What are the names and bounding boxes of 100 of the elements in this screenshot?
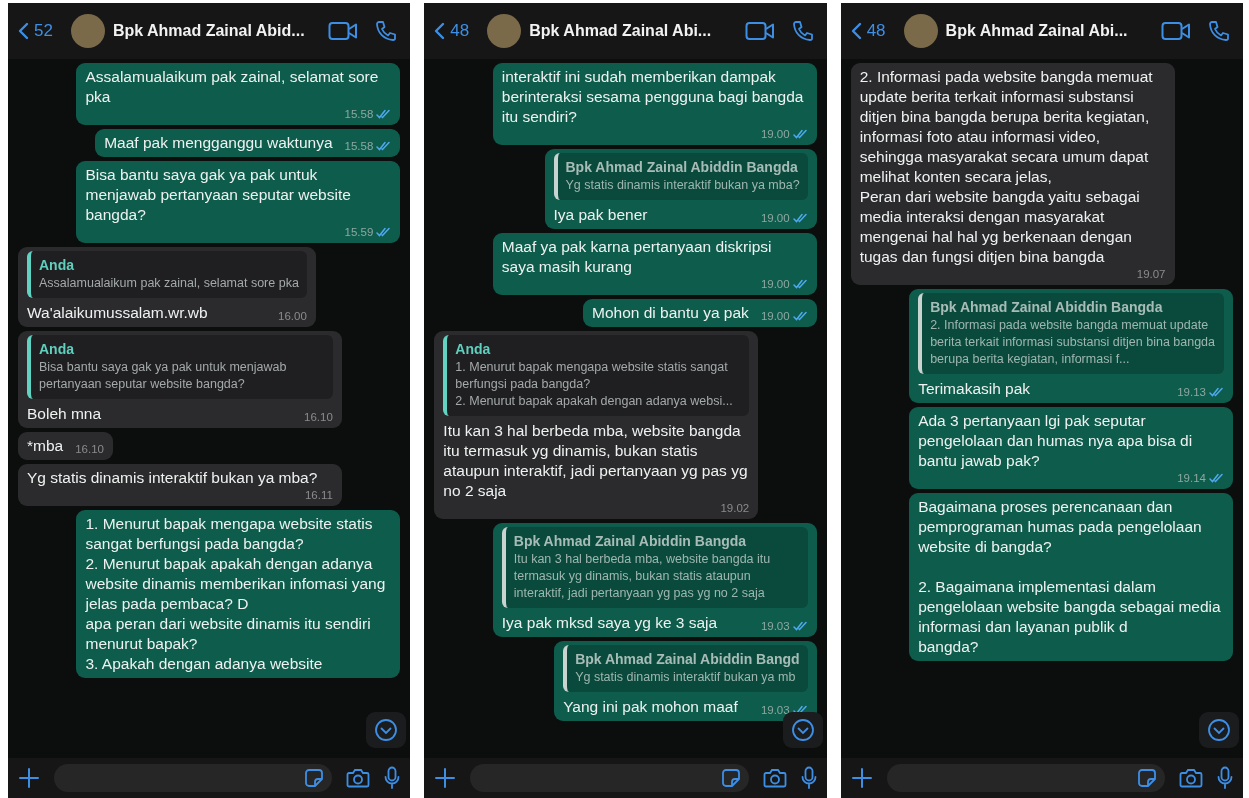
message-text: Iya pak mksd saya yg ke 3 saja [501, 613, 718, 633]
message-bubble[interactable] [850, 63, 1175, 285]
message-time: 19.00 [760, 277, 790, 291]
phone-call-icon[interactable] [374, 19, 399, 43]
scroll-down-button[interactable] [1199, 712, 1239, 748]
quote-author: Bpk Ahmad Zainal Abiddin Bangda [930, 298, 1164, 317]
message-time: 19.07 [1136, 267, 1166, 281]
message-text: Ada 3 pertanyaan lgi pak seputar pengelolaan dan humas nya apa bisa di bantu jawab pak? [918, 411, 1194, 471]
chevron-down-circle-icon[interactable] [374, 718, 399, 742]
scroll-down-button[interactable] [366, 712, 407, 748]
video-call-icon[interactable] [1161, 21, 1191, 41]
quote-text: Itu kan 3 hal berbeda mba, website bangda itu termasuk yg dinamis, bukan statis ataupun interaktif, jadi pertanyaan yg pas yg no 2 saja [513, 551, 772, 602]
message-bubble[interactable]: Bpk Ahmad Zainal Abiddin Bangd Yg statis dinamis interaktif bukan ya mb Yang ini pak mohon maaf 19.03 [554, 641, 817, 721]
back-chevron-icon[interactable] [434, 22, 446, 40]
message-text: *mba [27, 436, 64, 456]
quoted-reply[interactable]: Bpk Ahmad Zainal Abiddin Bangda Itu kan 3 hal berbeda mba, website bangda itu termasuk yg dinamis, bukan statis ataupun interaktif, jadi pertanyaan yg pas yg no 2 saja [501, 527, 808, 608]
message-input-field[interactable] [886, 764, 1165, 792]
message-bubble[interactable]: Yg statis dinamis interaktif bukan ya mba? 16.11 [18, 464, 342, 506]
scroll-down-button[interactable] [782, 712, 823, 748]
camera-icon[interactable] [762, 768, 787, 788]
contact-name[interactable]: Bpk Ahmad Zainal Abi... [529, 22, 729, 40]
quote-text: Yg statis dinamis interaktif bukan ya mba? [565, 177, 800, 194]
back-chevron-icon[interactable] [18, 22, 29, 40]
camera-icon[interactable] [346, 768, 371, 788]
back-button[interactable]: 48 [434, 21, 470, 41]
message-bubble[interactable]: Bisa bantu saya gak ya pak untuk menjawab pertanyaan seputar website bangda? 15.59 [76, 161, 401, 243]
message-text: Maaf ya pak karna pertanyaan diskripsi saya masih kurang [501, 237, 773, 277]
message-text: Yang ini pak mohon maaf [563, 697, 738, 717]
message-bubble[interactable]: Anda Assalamualaikum pak zainal, selamat sore pka Wa'alaikumussalam.wr.wb 16.00 [18, 247, 316, 327]
message-bubble[interactable]: Assalamualaikum pak zainal, selamat sore pka 15.58 [76, 63, 401, 125]
avatar-photo-placeholder[interactable] [903, 14, 938, 48]
sticker-icon[interactable] [1137, 768, 1157, 788]
message-text: Boleh mna [27, 404, 102, 424]
quoted-reply[interactable]: Anda Bisa bantu saya gak ya pak untuk menjawab pertanyaan seputar website bangda? [27, 335, 333, 399]
message-time: 19.14 [1177, 471, 1206, 485]
message-text: Iya pak bener [553, 205, 648, 225]
quoted-reply[interactable]: Anda 1. Menurut bapak mengapa website statis sangat berfungsi pada bangda? 2. Menurut bapak apakah dengan adanya websi... [443, 335, 750, 416]
camera-icon[interactable] [1179, 768, 1203, 788]
microphone-icon[interactable] [1217, 766, 1233, 790]
message-input-field[interactable] [54, 764, 333, 792]
quote-text: Yg statis dinamis interaktif bukan ya mb [575, 669, 797, 686]
message-bubble[interactable]: Bpk Ahmad Zainal Abiddin Bangda 2. Informasi pada website bangda memuat update berita terkait informasi substansi ditjen bina bangda berupa berita kegiatan, informasi f... Terimakasih pak 19.13 [909, 289, 1233, 403]
message-time: 16.00 [278, 309, 307, 323]
plus-icon[interactable] [850, 767, 873, 789]
message-time: 16.10 [75, 442, 104, 456]
message-bubble[interactable]: Maaf ya pak karna pertanyaan diskripsi saya masih kurang 19.00 [492, 233, 817, 295]
back-button[interactable]: 52 [18, 21, 53, 41]
quoted-reply[interactable]: Anda Assalamualaikum pak zainal, selamat sore pka [27, 251, 307, 298]
message-text: 2. Informasi pada website bangda memuat update berita terkait informasi substansi ditjen bina bangda berupa berita kegiatan, informasi foto atau informasi video, sehingga masyarakat secara umum dapat melihat konten secara jelas, Peran dari website bangda yaitu sebagai media interaksi dengan masyarakat mengenai hal hal yg berkenaan dengan tugas dan fungsi ditjen bina bangda [859, 67, 1154, 267]
message-bubble[interactable]: Bpk Ahmad Zainal Abiddin Bangda Yg statis dinamis interaktif bukan ya mba? Iya pak bener 19.00 [544, 149, 817, 229]
video-call-icon[interactable] [744, 21, 775, 41]
back-button[interactable]: 48 [850, 21, 886, 41]
message-time: 19.03 [760, 619, 790, 633]
quote-author: Anda [39, 340, 75, 359]
message-bubble[interactable] [492, 523, 817, 637]
message-text: Terimakasih pak [918, 379, 1031, 399]
chevron-down-circle-icon[interactable] [790, 718, 815, 742]
quoted-reply[interactable]: Bpk Ahmad Zainal Abiddin Bangd Yg statis dinamis interaktif bukan ya mb [563, 645, 808, 692]
message-text: Bisa bantu saya gak ya pak untuk menjawab pertanyaan seputar website bangda? [85, 165, 352, 225]
message-bubble[interactable]: interaktif ini sudah memberikan dampak berinteraksi sesama pengguna bagi bangda itu sendiri? 19.00 [492, 63, 817, 145]
message-bubble[interactable] [434, 331, 759, 519]
video-call-icon[interactable] [328, 21, 359, 41]
message-time: 19.00 [760, 211, 790, 225]
microphone-icon[interactable] [384, 766, 401, 790]
message-text: Maaf pak mengganggu waktunya [104, 133, 333, 153]
message-bubble[interactable]: *mba 16.10 [18, 432, 113, 460]
quote-author: Anda [39, 256, 75, 275]
quoted-reply[interactable]: Bpk Ahmad Zainal Abiddin Bangda Yg statis dinamis interaktif bukan ya mba? [553, 153, 808, 200]
message-time: 15.59 [344, 225, 374, 239]
plus-icon[interactable] [434, 767, 457, 789]
message-time: 19.00 [760, 127, 790, 141]
message-text: Itu kan 3 hal berbeda mba, website bangda itu termasuk yg dinamis, bukan statis ataupun interaktif, jadi pertanyaan yg pas yg no 2 saja [443, 421, 749, 501]
sticker-icon[interactable] [720, 768, 741, 788]
message-bubble[interactable]: Ada 3 pertanyaan lgi pak seputar pengelolaan dan humas nya apa bisa di bantu jawab pak? 19.14 [909, 407, 1233, 489]
message-time: 16.11 [304, 488, 333, 502]
quote-text: 1. Menurut bapak mengapa website statis sangat berfungsi pada bangda? 2. Menurut bapak apakah dengan adanya websi... [455, 359, 734, 410]
message-text: Yg statis dinamis interaktif bukan ya mba? [27, 468, 318, 488]
message-time: 19.03 [760, 703, 790, 717]
message-bubble[interactable]: Anda Bisa bantu saya gak ya pak untuk menjawab pertanyaan seputar website bangda? Boleh mna 16.10 [18, 331, 342, 428]
quote-text: Assalamualaikum pak zainal, selamat sore pka [39, 275, 299, 292]
avatar-photo-placeholder[interactable] [70, 14, 105, 48]
contact-name[interactable]: Bpk Ahmad Zainal Abid... [112, 22, 313, 40]
phone-call-icon[interactable] [1207, 19, 1231, 43]
microphone-icon[interactable] [800, 766, 817, 790]
avatar-photo-placeholder[interactable] [487, 14, 522, 48]
sticker-icon[interactable] [304, 768, 325, 788]
message-text: interaktif ini sudah memberikan dampak berinteraksi sesama pengguna bagi bangda itu sendiri? [501, 67, 805, 127]
plus-icon[interactable] [18, 767, 40, 789]
message-time: 19.00 [760, 309, 790, 323]
back-chevron-icon[interactable] [850, 22, 862, 40]
chevron-down-circle-icon[interactable] [1207, 718, 1231, 742]
quoted-reply[interactable]: Bpk Ahmad Zainal Abiddin Bangda 2. Informasi pada website bangda memuat update berita terkait informasi substansi ditjen bina bangda berupa berita kegiatan, informasi f... [918, 293, 1224, 374]
contact-name[interactable]: Bpk Ahmad Zainal Abi... [945, 22, 1145, 40]
message-time: 19.02 [720, 501, 750, 515]
quote-author: Anda [455, 340, 492, 359]
message-bubble[interactable]: Mohon di bantu ya pak 19.00 [583, 299, 817, 327]
quote-text: 2. Informasi pada website bangda memuat update berita terkait informasi substansi ditjen bina bangda berupa berita kegiatan, informasi f... [930, 317, 1216, 368]
message-input-field[interactable] [470, 764, 749, 792]
message-bubble[interactable]: Maaf pak mengganggu waktunya 15.58 [95, 129, 401, 157]
phone-call-icon[interactable] [790, 19, 815, 43]
